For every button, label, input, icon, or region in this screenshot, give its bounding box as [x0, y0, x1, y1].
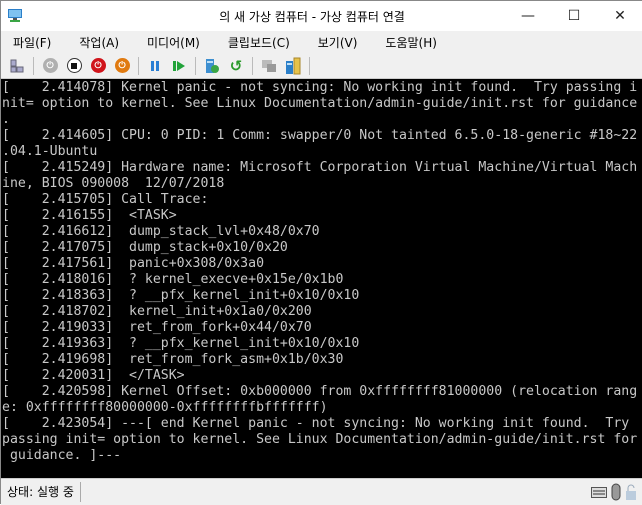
revert-icon: ↺: [229, 56, 243, 75]
maximize-button[interactable]: ☐: [551, 1, 597, 31]
pause-icon: [151, 60, 159, 71]
menu-help[interactable]: 도움말(H): [381, 34, 441, 51]
ctrl-alt-del-icon: ⏻: [42, 58, 58, 73]
console-line: [ 2.419033] ret_from_fork+0x44/0x70: [2, 320, 312, 335]
console-line: [ 2.419363] ? __pfx_kernel_init+0x10/0x1…: [2, 336, 360, 351]
menu-clipboard[interactable]: 클립보드(C): [224, 34, 294, 51]
pause-button[interactable]: [145, 56, 165, 76]
vm-console-screen[interactable]: [ 2.414078] Kernel panic - not syncing: …: [1, 79, 642, 478]
console-line: [ 2.418016] ? kernel_execve+0x15e/0x1b0: [2, 272, 344, 287]
separator: [309, 56, 310, 75]
console-line: [ 2.414605] CPU: 0 PID: 1 Comm: swapper/…: [2, 128, 638, 143]
save-button[interactable]: ⏻: [112, 56, 132, 76]
save-icon: ⏻: [114, 58, 130, 73]
console-line: [ 2.415705] Call Trace:: [2, 192, 209, 207]
toolbar: ⏻ ⏻ ⏻ ↺: [1, 53, 642, 79]
share-icon: [286, 57, 301, 74]
console-line: [ 2.418363] ? __pfx_kernel_init+0x10/0x1…: [2, 288, 360, 303]
menu-action[interactable]: 작업(A): [75, 34, 123, 51]
status-text: 상태: 실행 중: [1, 482, 81, 502]
ctrl-alt-del-button[interactable]: ⏻: [40, 56, 60, 76]
checkpoint-icon: [206, 58, 219, 73]
console-line: ine, BIOS 090008 12/07/2018: [2, 176, 225, 191]
console-line: passing init= option to kernel. See Linu…: [2, 432, 638, 447]
keyboard-icon: [591, 487, 607, 498]
mouse-icon: [611, 483, 621, 501]
layout-icon[interactable]: [7, 56, 27, 76]
console-line: [ 2.416155] <TASK>: [2, 208, 177, 223]
console-line: nit= option to kernel. See Linux Documen…: [2, 96, 638, 111]
separator: [138, 56, 139, 75]
stop-icon: [66, 58, 82, 73]
separator: [33, 56, 34, 75]
resume-icon: [173, 60, 185, 71]
shutdown-icon: ⏻: [90, 58, 106, 73]
console-line: [ 2.417075] dump_stack+0x10/0x20: [2, 240, 288, 255]
menu-file[interactable]: 파일(F): [9, 34, 55, 51]
console-line: [ 2.420598] Kernel Offset: 0xb000000 fro…: [2, 384, 638, 399]
checkpoint-button[interactable]: [202, 56, 222, 76]
menu-bar: 파일(F) 작업(A) 미디어(M) 클립보드(C) 보기(V) 도움말(H): [1, 31, 642, 53]
console-line: e: 0xffffffff80000000-0xffffffffbfffffff…: [2, 400, 328, 415]
revert-button[interactable]: ↺: [226, 56, 246, 76]
console-line: [ 2.419698] ret_from_fork_asm+0x1b/0x30: [2, 352, 344, 367]
console-line: .: [2, 112, 10, 127]
console-line: .04.1-Ubuntu: [2, 144, 98, 159]
console-line: [ 2.415249] Hardware name: Microsoft Cor…: [2, 160, 638, 175]
console-line: guidance. ]---: [2, 448, 122, 463]
console-line: [ 2.416612] dump_stack_lvl+0x48/0x70: [2, 224, 320, 239]
stop-button[interactable]: [64, 56, 84, 76]
minimize-button[interactable]: —: [505, 1, 551, 31]
status-bar: 상태: 실행 중: [1, 478, 642, 505]
shutdown-button[interactable]: ⏻: [88, 56, 108, 76]
resume-button[interactable]: [169, 56, 189, 76]
separator: [252, 56, 253, 75]
console-line: [ 2.418702] kernel_init+0x1a0/0x200: [2, 304, 312, 319]
menu-media[interactable]: 미디어(M): [143, 34, 204, 51]
title-bar: 의 새 가상 컴퓨터 - 가상 컴퓨터 연결 — ☐ ✕: [1, 1, 642, 31]
console-line: [ 2.414078] Kernel panic - not syncing: …: [2, 80, 638, 95]
console-line: [ 2.417561] panic+0x308/0x3a0: [2, 256, 265, 271]
lock-icon: [626, 484, 636, 500]
console-line: [ 2.423054] ---[ end Kernel panic - not …: [2, 416, 630, 431]
close-button[interactable]: ✕: [597, 1, 642, 31]
menu-view[interactable]: 보기(V): [314, 34, 362, 51]
share-button[interactable]: [283, 56, 303, 76]
enhanced-session-button[interactable]: [259, 56, 279, 76]
enhanced-session-icon: [262, 59, 276, 72]
separator: [195, 56, 196, 75]
console-line: [ 2.420031] </TASK>: [2, 368, 185, 383]
